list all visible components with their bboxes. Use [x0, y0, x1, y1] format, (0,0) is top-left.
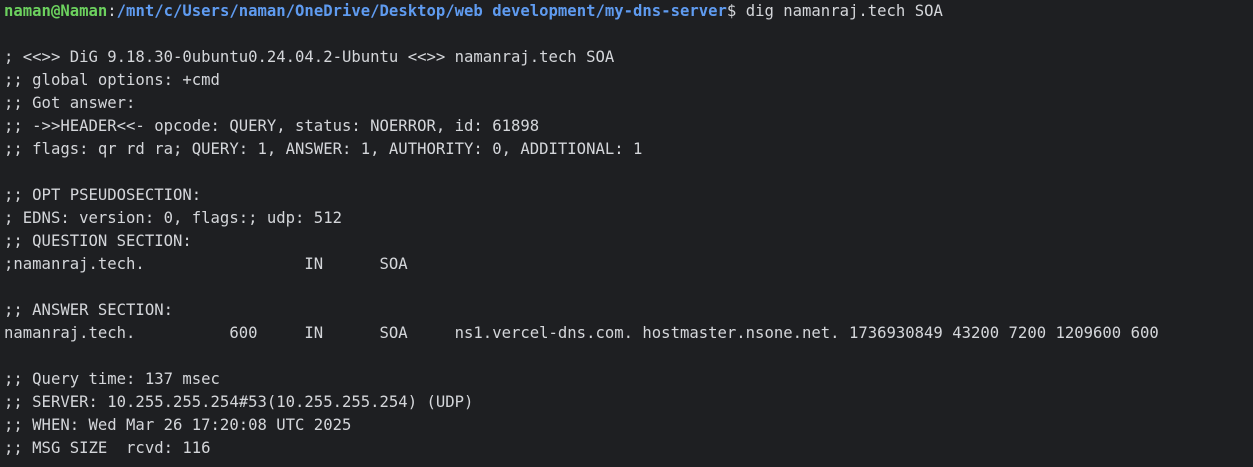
output-line: ;; Query time: 137 msec — [4, 370, 220, 388]
prompt-symbol: $ — [726, 2, 746, 20]
output-line: ;; Got answer: — [4, 94, 136, 112]
output-line: ;; WHEN: Wed Mar 26 17:20:08 UTC 2025 — [4, 416, 352, 434]
output-line: ;; OPT PSEUDOSECTION: — [4, 186, 202, 204]
output-line: ;; SERVER: 10.255.255.254#53(10.255.255.… — [4, 393, 474, 411]
output-line: ;; QUESTION SECTION: — [4, 232, 192, 250]
output-line: ; EDNS: version: 0, flags:; udp: 512 — [4, 209, 342, 227]
output-line: ;; global options: +cmd — [4, 71, 220, 89]
output-line: ;namanraj.tech. IN SOA — [4, 255, 408, 273]
terminal-window[interactable]: naman@Naman:/mnt/c/Users/naman/OneDrive/… — [0, 0, 1253, 467]
output-line: namanraj.tech. 600 IN SOA ns1.vercel-dns… — [4, 324, 1159, 342]
prompt-line: naman@Naman:/mnt/c/Users/naman/OneDrive/… — [4, 0, 1249, 23]
output-line: ; <<>> DiG 9.18.30-0ubuntu0.24.04.2-Ubun… — [4, 48, 615, 66]
output-line: ;; flags: qr rd ra; QUERY: 1, ANSWER: 1,… — [4, 140, 643, 158]
output-line: ;; MSG SIZE rcvd: 116 — [4, 439, 211, 457]
output-line: ;; ->>HEADER<<- opcode: QUERY, status: N… — [4, 117, 540, 135]
prompt-user-host: naman@Naman — [4, 2, 108, 20]
prompt-separator: : — [107, 2, 117, 20]
command-text: dig namanraj.tech SOA — [745, 2, 943, 20]
output-line: ;; ANSWER SECTION: — [4, 301, 173, 319]
prompt-path: /mnt/c/Users/naman/OneDrive/Desktop/web … — [116, 2, 727, 20]
